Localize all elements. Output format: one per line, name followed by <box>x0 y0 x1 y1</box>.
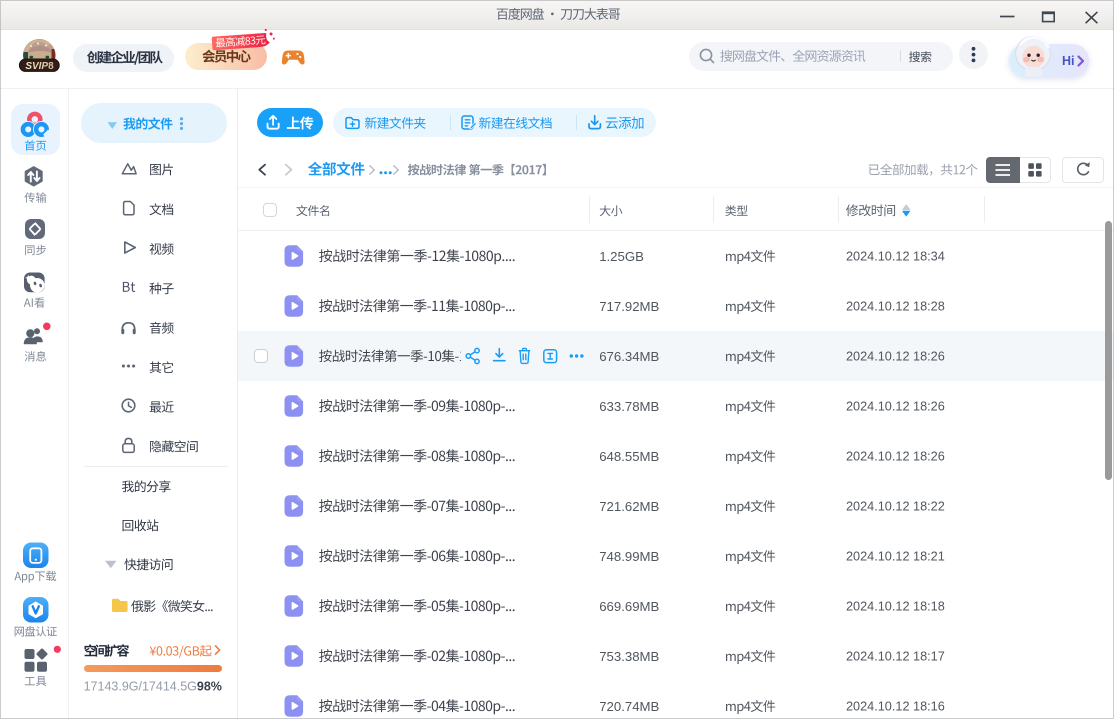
svg-text:648.55MB: 648.55MB <box>599 449 659 464</box>
svg-text:2024.10.12 18:22: 2024.10.12 18:22 <box>846 500 945 514</box>
svg-text:17143.9G/17414.5G98%: 17143.9G/17414.5G98% <box>84 679 222 693</box>
svg-text:2024.10.12 18:26: 2024.10.12 18:26 <box>846 450 945 464</box>
svg-text:2024.10.12 18:26: 2024.10.12 18:26 <box>846 400 945 414</box>
svg-text:2024.10.12 18:16: 2024.10.12 18:16 <box>846 700 945 714</box>
svg-text:2024.10.12 18:18: 2024.10.12 18:18 <box>846 600 945 614</box>
svg-text:Hi: Hi <box>1062 54 1075 68</box>
svg-text:748.99MB: 748.99MB <box>599 549 659 564</box>
svg-text:676.34MB: 676.34MB <box>599 349 659 364</box>
svg-text:1.25GB: 1.25GB <box>599 249 644 264</box>
svg-text:721.62MB: 721.62MB <box>599 499 659 514</box>
svg-text:2024.10.12 18:34: 2024.10.12 18:34 <box>846 250 945 264</box>
svg-text:669.69MB: 669.69MB <box>599 599 659 614</box>
svg-text:720.74MB: 720.74MB <box>599 699 659 714</box>
svg-text:2024.10.12 18:28: 2024.10.12 18:28 <box>846 300 945 314</box>
svg-text:2024.10.12 18:21: 2024.10.12 18:21 <box>846 550 945 564</box>
svg-text:633.78MB: 633.78MB <box>599 399 659 414</box>
svg-text:2024.10.12 18:26: 2024.10.12 18:26 <box>846 350 945 364</box>
svg-text:2024.10.12 18:17: 2024.10.12 18:17 <box>846 650 945 664</box>
svg-text:753.38MB: 753.38MB <box>599 649 659 664</box>
svg-text:SVIP8: SVIP8 <box>25 61 54 72</box>
svg-text:717.92MB: 717.92MB <box>599 299 659 314</box>
